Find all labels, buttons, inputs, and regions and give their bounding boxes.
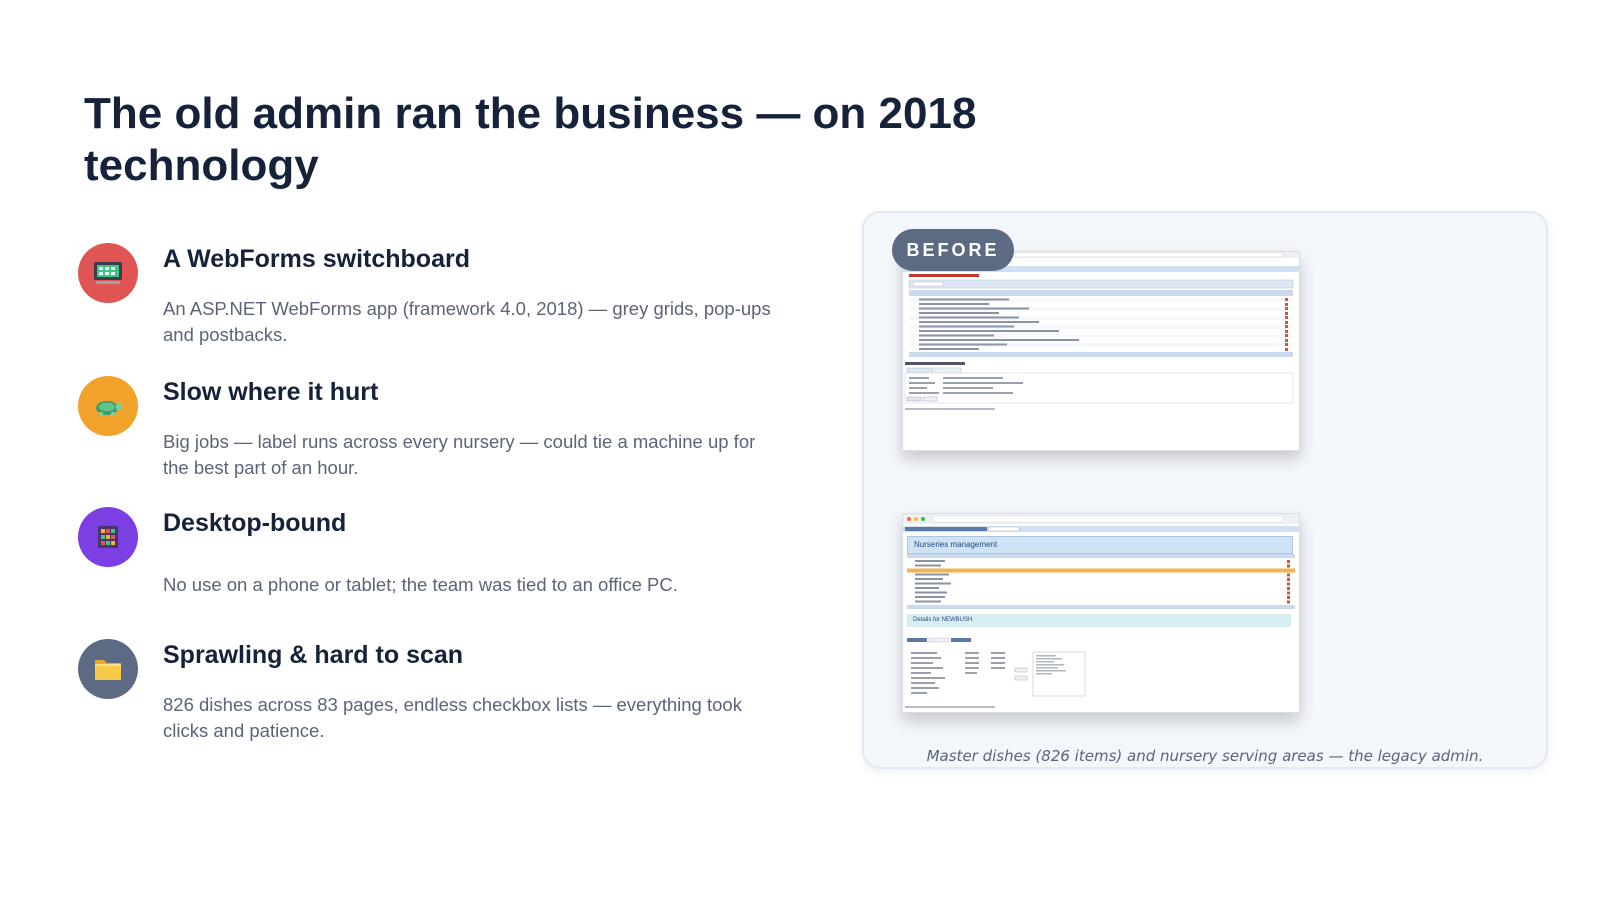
panel-caption: Master dishes (826 items) and nursery se…: [926, 747, 1484, 765]
turtle-icon: [96, 401, 123, 416]
maximize-dot-icon: [921, 517, 925, 521]
feature-title: A WebForms switchboard: [163, 245, 470, 273]
page-title: The old admin ran the business — on 2018…: [84, 89, 977, 190]
feature-icon-circle: [78, 376, 138, 436]
feature-description: No use on a phone or tablet; the team wa…: [163, 574, 678, 595]
before-badge: BEFORE: [892, 229, 1014, 271]
computer-icon: [94, 262, 122, 284]
dishes-grid-image: [903, 252, 1299, 410]
feature-icon-circle: [78, 639, 138, 699]
feature-description: An ASP.NET WebForms app (framework 4.0, …: [163, 298, 771, 345]
close-dot-icon: [907, 517, 911, 521]
feature-icon-circle: [78, 243, 138, 303]
feature-title: Desktop-bound: [163, 509, 347, 537]
details-form-image: [905, 637, 1086, 708]
feature-title: Slow where it hurt: [163, 378, 379, 406]
before-panel: BEFORE Nurseries management Details for …: [862, 211, 1548, 769]
feature-description: 826 dishes across 83 pages, endless chec…: [163, 694, 742, 741]
abacus-icon: [98, 526, 118, 548]
folder-icon: [95, 660, 121, 680]
details-heading: Details for NEWBUSH: [907, 614, 1291, 627]
feature-icon-circle: [78, 507, 138, 567]
legacy-dishes-screenshot: [902, 251, 1300, 451]
feature-title: Sprawling & hard to scan: [163, 641, 464, 669]
feature-description: Big jobs — label runs across every nurse…: [163, 431, 756, 478]
legacy-nurseries-screenshot: Nurseries management Details for NEWBUSH: [902, 513, 1300, 713]
minimize-dot-icon: [914, 517, 918, 521]
